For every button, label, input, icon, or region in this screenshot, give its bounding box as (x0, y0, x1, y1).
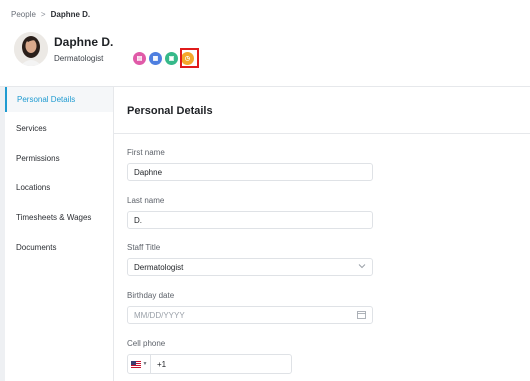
chat-icon[interactable]: ▤ (133, 52, 146, 65)
first-name-label: First name (127, 148, 165, 157)
highlight-box (180, 48, 199, 68)
sidebar: Personal Details Services Permissions Lo… (0, 87, 114, 381)
profile-role: Dermatologist (54, 54, 104, 63)
calendar-icon[interactable]: ▦ (149, 52, 162, 65)
last-name-field[interactable]: D. (127, 211, 373, 229)
staff-title-label: Staff Title (127, 243, 161, 252)
service-icon[interactable]: ▣ (165, 52, 178, 65)
sidebar-item-services[interactable]: Services (5, 116, 113, 141)
first-name-value: Daphne (134, 167, 163, 177)
page-title: Personal Details (127, 105, 213, 117)
content-divider (114, 133, 530, 134)
caret-down-icon: ▼ (142, 361, 148, 367)
avatar (14, 32, 48, 66)
calendar-icon[interactable] (357, 310, 366, 321)
sidebar-item-documents[interactable]: Documents (5, 235, 113, 260)
last-name-value: D. (134, 215, 142, 225)
cell-phone-label: Cell phone (127, 339, 166, 348)
profile-name: Daphne D. (54, 35, 114, 49)
sidebar-item-permissions[interactable]: Permissions (5, 146, 113, 171)
first-name-field[interactable]: Daphne (127, 163, 373, 181)
breadcrumb-separator: > (40, 10, 46, 19)
country-selector[interactable]: ▼ (128, 355, 151, 373)
sidebar-item-personal-details[interactable]: Personal Details (5, 87, 113, 112)
birthday-field[interactable]: MM/DD/YYYY (127, 306, 373, 324)
staff-title-value: Dermatologist (134, 262, 184, 272)
chevron-down-icon (358, 262, 366, 272)
birthday-label: Birthday date (127, 291, 175, 300)
sidebar-item-locations[interactable]: Locations (5, 175, 113, 200)
birthday-placeholder: MM/DD/YYYY (134, 310, 185, 320)
staff-title-select[interactable]: Dermatologist (127, 258, 373, 276)
us-flag-icon (130, 360, 141, 368)
cell-phone-field[interactable]: ▼ +1 (127, 354, 292, 374)
sidebar-item-timesheets-wages[interactable]: Timesheets & Wages (5, 205, 113, 230)
breadcrumb-current: Daphne D. (50, 10, 91, 19)
breadcrumb: People > Daphne D. (11, 10, 90, 19)
breadcrumb-people-link[interactable]: People (11, 10, 36, 19)
main-content: Personal Details First name Daphne Last … (114, 87, 530, 381)
country-code: +1 (157, 359, 167, 369)
last-name-label: Last name (127, 196, 165, 205)
